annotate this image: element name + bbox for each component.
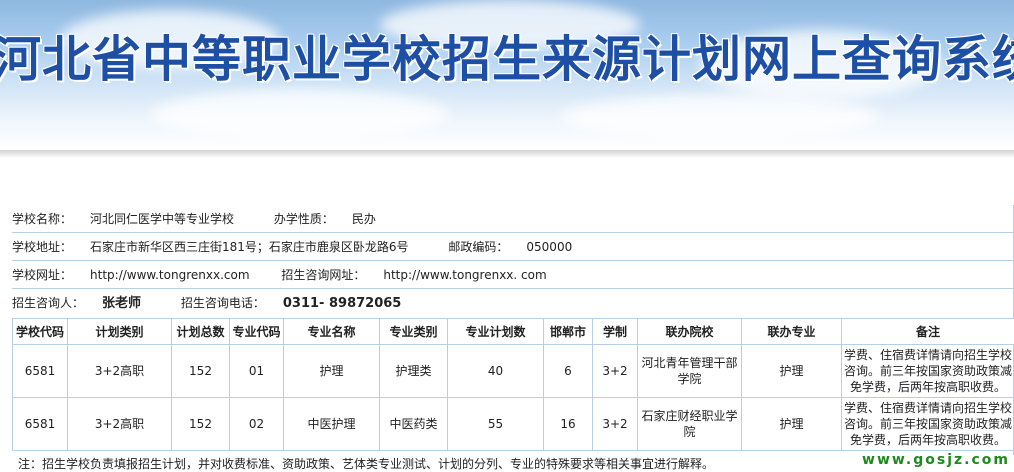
table-cell: 3+2高职	[68, 345, 172, 398]
contact-person: 张老师	[102, 296, 141, 311]
school-contact-row: 招生咨询人： 张老师 招生咨询电话： 0311- 89872065	[12, 289, 1014, 317]
table-cell: 3+2高职	[68, 398, 172, 451]
col-header: 联办专业	[742, 319, 842, 345]
table-header-row: 学校代码 计划类别 计划总数 专业代码 专业名称 专业类别 专业计划数 邯郸市 …	[13, 319, 1014, 345]
table-cell: 3+2	[593, 345, 638, 398]
school-name-row: 学校名称： 河北同仁医学中等专业学校 办学性质： 民办	[12, 205, 1014, 233]
table-cell: 学费、住宿费详情请向招生学校咨询。前三年按国家资助政策减免学费，后两年按高职收费…	[842, 398, 1014, 451]
table-cell: 护理	[284, 345, 380, 398]
website-link[interactable]: http://www.tongrenxx.com	[90, 268, 250, 282]
school-address: 石家庄市新华区西三庄街181号；石家庄市鹿泉区卧龙路6号	[90, 240, 409, 254]
col-header: 学制	[593, 319, 638, 345]
table-cell: 6	[544, 345, 593, 398]
zip-code: 050000	[526, 240, 572, 254]
header-banner: 河北省中等职业学校招生来源计划网上查询系统	[0, 0, 1014, 150]
table-cell: 55	[448, 398, 544, 451]
col-header: 计划总数	[172, 319, 230, 345]
admission-site-label: 招生咨询网址：	[281, 268, 365, 282]
table-cell: 16	[544, 398, 593, 451]
school-website-row: 学校网址： http://www.tongrenxx.com 招生咨询网址： htt…	[12, 261, 1014, 289]
table-cell: 01	[230, 345, 284, 398]
school-nature: 民办	[352, 212, 376, 226]
col-header: 专业名称	[284, 319, 380, 345]
col-header: 专业类别	[380, 319, 448, 345]
banner-divider	[0, 150, 1014, 158]
col-header: 备注	[842, 319, 1014, 345]
admission-site-link[interactable]: http://www.tongrenxx. com	[383, 268, 546, 282]
table-cell: 护理	[742, 398, 842, 451]
table-cell: 学费、住宿费详情请向招生学校咨询。前三年按国家资助政策减免学费，后两年按高职收费…	[842, 345, 1014, 398]
table-cell: 6581	[13, 345, 68, 398]
contact-phone: 0311- 89872065	[283, 296, 401, 311]
table-row: 6581 3+2高职 152 02 中医护理 中医药类 55 16 3+2 石家…	[13, 398, 1014, 451]
col-header: 专业计划数	[448, 319, 544, 345]
col-header: 学校代码	[13, 319, 68, 345]
school-nature-label: 办学性质：	[274, 212, 334, 226]
school-name: 河北同仁医学中等专业学校	[90, 212, 234, 226]
school-address-row: 学校地址： 石家庄市新华区西三庄街181号；石家庄市鹿泉区卧龙路6号 邮政编码： 0…	[12, 233, 1014, 261]
table-cell: 40	[448, 345, 544, 398]
footnote: 注：招生学校负责填报招生计划，并对收费标准、资助政策、艺体类专业测试、计划的分列…	[18, 455, 714, 472]
phone-label: 招生咨询电话：	[181, 296, 265, 310]
table-cell: 护理	[742, 345, 842, 398]
table-row: 6581 3+2高职 152 01 护理 护理类 40 6 3+2 河北青年管理…	[13, 345, 1014, 398]
school-address-label: 学校地址：	[12, 240, 72, 254]
website-label: 学校网址：	[12, 268, 72, 282]
zip-label: 邮政编码：	[448, 240, 508, 254]
table-cell: 中医药类	[380, 398, 448, 451]
watermark: www.gosjz.com	[862, 452, 1010, 468]
col-header: 专业代码	[230, 319, 284, 345]
col-header: 联办院校	[638, 319, 742, 345]
table-cell: 3+2	[593, 398, 638, 451]
school-name-label: 学校名称：	[12, 212, 72, 226]
table-cell: 152	[172, 345, 230, 398]
table-cell: 河北青年管理干部学院	[638, 345, 742, 398]
contact-label: 招生咨询人：	[12, 296, 84, 310]
table-cell: 护理类	[380, 345, 448, 398]
col-header: 计划类别	[68, 319, 172, 345]
enrollment-plan-table: 学校代码 计划类别 计划总数 专业代码 专业名称 专业类别 专业计划数 邯郸市 …	[12, 318, 1014, 451]
table-cell: 152	[172, 398, 230, 451]
col-header: 邯郸市	[544, 319, 593, 345]
system-title: 河北省中等职业学校招生来源计划网上查询系统	[0, 20, 1014, 91]
table-cell: 中医护理	[284, 398, 380, 451]
table-cell: 石家庄财经职业学院	[638, 398, 742, 451]
table-cell: 6581	[13, 398, 68, 451]
table-cell: 02	[230, 398, 284, 451]
